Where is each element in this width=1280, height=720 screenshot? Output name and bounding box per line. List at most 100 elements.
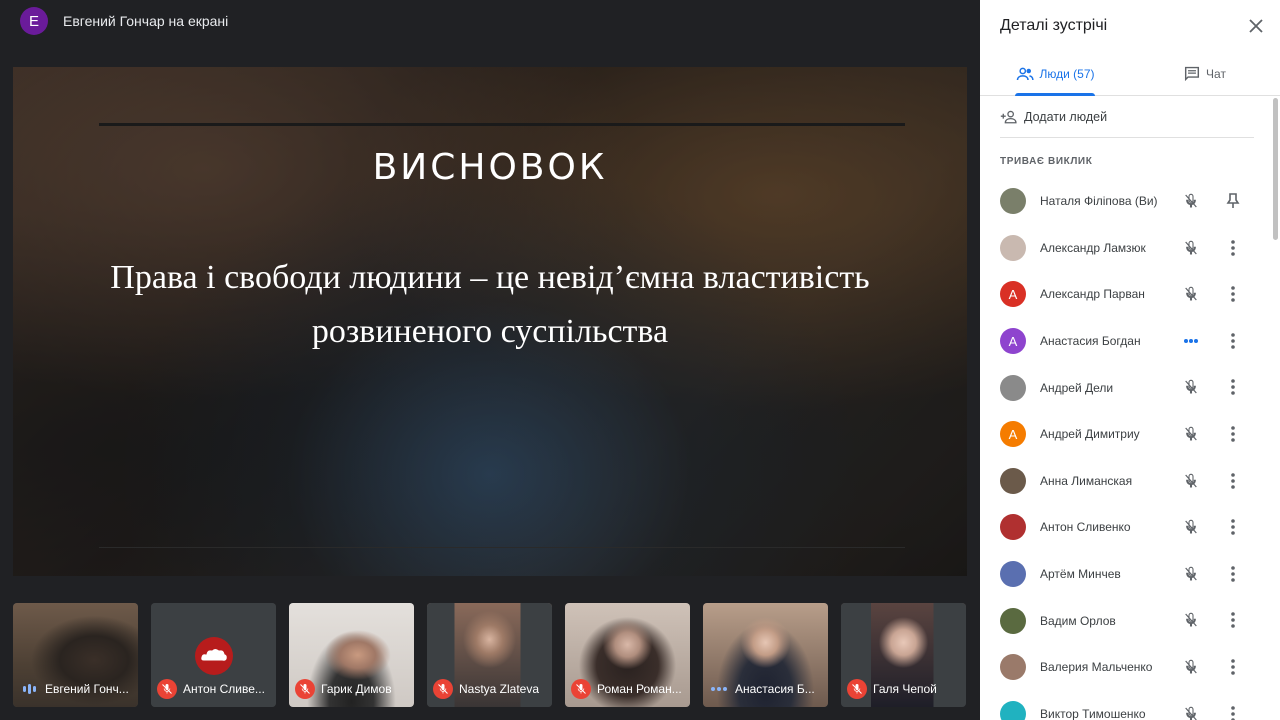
- more-options-icon[interactable]: [1223, 238, 1243, 258]
- participant-name: Виктор Тимошенко: [1040, 706, 1146, 720]
- avatar-photo: [1000, 514, 1026, 541]
- participant-name: Галя Чепой: [873, 682, 937, 696]
- mic-off-icon: [1181, 471, 1201, 491]
- avatar-photo: [1000, 654, 1026, 681]
- avatar: А: [1000, 421, 1026, 448]
- participant-tile[interactable]: Анастасия Б...: [703, 603, 828, 707]
- avatar: А: [1000, 281, 1026, 308]
- slide-divider-bottom: [99, 547, 905, 548]
- participant-name: Анастасия Богдан: [1040, 334, 1141, 349]
- more-options-icon[interactable]: [1223, 564, 1243, 584]
- more-options-icon[interactable]: [1223, 377, 1243, 397]
- tab-chat-label: Чат: [1206, 66, 1226, 81]
- close-panel-button[interactable]: [1246, 16, 1266, 36]
- divider: [1000, 137, 1254, 138]
- more-options-icon[interactable]: [1223, 471, 1243, 491]
- mic-off-icon: [433, 679, 453, 699]
- participant-name: Александр Ламзюк: [1040, 240, 1146, 255]
- tab-people[interactable]: Люди (57): [980, 52, 1130, 96]
- participant-name: Вадим Орлов: [1040, 613, 1116, 628]
- mic-off-icon: [1181, 191, 1201, 211]
- participant-row[interactable]: Виктор Тимошенко: [980, 691, 1272, 720]
- mic-off-icon: [1181, 377, 1201, 397]
- participant-row[interactable]: Валерия Мальченко: [980, 644, 1272, 691]
- participant-row[interactable]: А Александр Парван: [980, 271, 1272, 318]
- add-people-button[interactable]: Додати людей: [1000, 106, 1107, 128]
- mic-off-icon: [1181, 238, 1201, 258]
- participant-tile[interactable]: Nastya Zlateva: [427, 603, 552, 707]
- slide-body-line-1: Права і свободи людини – це невід’ємна в…: [110, 259, 870, 296]
- avatar: А: [1000, 328, 1026, 355]
- mic-off-icon: [1181, 284, 1201, 304]
- participant-tile[interactable]: Роман Роман...: [565, 603, 690, 707]
- meeting-details-panel: Деталі зустрічі Люди (57) Чат Додати люд…: [980, 0, 1280, 720]
- tab-people-label: Люди (57): [1039, 66, 1095, 81]
- participant-row[interactable]: Антон Сливенко: [980, 504, 1272, 551]
- participant-name: Антон Сливенко: [1040, 520, 1131, 535]
- participants-list: Наталя Філіпова (Ви) Александр Ламзюк А Але…: [980, 178, 1272, 720]
- participant-name: Андрей Димитриу: [1040, 427, 1140, 442]
- panel-tabs: Люди (57) Чат: [980, 52, 1280, 96]
- participant-row[interactable]: Артём Минчев: [980, 551, 1272, 598]
- slide-divider-top: [99, 123, 905, 126]
- tab-chat[interactable]: Чат: [1130, 52, 1280, 95]
- presentation-stage: ВИСНОВОК Права і свободи людини – це нев…: [13, 67, 967, 576]
- panel-scrollbar[interactable]: [1273, 98, 1278, 240]
- more-options-icon[interactable]: [1223, 424, 1243, 444]
- more-options-icon[interactable]: [1223, 331, 1243, 351]
- more-activity-icon: [709, 679, 729, 699]
- mic-off-icon: [847, 679, 867, 699]
- people-icon: [1016, 67, 1034, 80]
- close-icon: [1249, 19, 1263, 33]
- participant-row[interactable]: Наталя Філіпова (Ви): [980, 178, 1272, 225]
- speaking-indicator-icon: [19, 679, 39, 699]
- avatar-photo: [1000, 467, 1026, 494]
- participant-name: Роман Роман...: [597, 682, 682, 696]
- more-options-icon[interactable]: [1223, 284, 1243, 304]
- avatar-photo: [1000, 234, 1026, 261]
- more-options-icon[interactable]: [1223, 517, 1243, 537]
- avatar-photo: [1000, 561, 1026, 588]
- participant-row[interactable]: Александр Ламзюк: [980, 225, 1272, 272]
- participant-name: Наталя Філіпова (Ви): [1040, 194, 1158, 209]
- slide-body-line-2: розвиненого суспільства: [311, 313, 669, 350]
- mic-off-icon: [295, 679, 315, 699]
- mic-off-icon: [1181, 657, 1201, 677]
- participant-tile[interactable]: Гарик Димов: [289, 603, 414, 707]
- participant-name: Валерия Мальченко: [1040, 660, 1153, 675]
- avatar-photo: [1000, 607, 1026, 634]
- participant-tiles: Евгений Гонч... Антон Сливе... Гарик Дим…: [13, 603, 973, 707]
- more-options-icon[interactable]: [1223, 610, 1243, 630]
- mic-off-icon: [1181, 704, 1201, 720]
- participant-tile[interactable]: Галя Чепой: [841, 603, 966, 707]
- more-options-icon[interactable]: [1223, 657, 1243, 677]
- mic-off-icon: [1181, 424, 1201, 444]
- slide-heading: ВИСНОВОК: [372, 147, 608, 188]
- participant-name: Nastya Zlateva: [459, 682, 540, 696]
- participant-name: Александр Парван: [1040, 287, 1145, 302]
- mic-off-icon: [1181, 610, 1201, 630]
- mic-off-icon: [1181, 517, 1201, 537]
- participant-name: Анна Лиманская: [1040, 473, 1133, 488]
- participant-name: Антон Сливе...: [183, 682, 265, 696]
- pin-icon[interactable]: [1223, 191, 1243, 211]
- avatar-photo: [1000, 374, 1026, 401]
- mic-off-icon: [157, 679, 177, 699]
- participant-row[interactable]: А Андрей Димитриу: [980, 411, 1272, 458]
- more-options-icon[interactable]: [1223, 704, 1243, 720]
- presenter-avatar: E: [20, 7, 48, 35]
- participant-name: Артём Минчев: [1040, 567, 1121, 582]
- cloud-avatar-icon: [195, 637, 233, 675]
- presenter-bar: E Евгений Гончар на екрані: [0, 0, 980, 42]
- mic-off-icon: [1181, 564, 1201, 584]
- add-person-icon: [1000, 110, 1017, 124]
- participant-tile[interactable]: Евгений Гонч...: [13, 603, 138, 707]
- avatar-photo: [1000, 188, 1026, 215]
- participant-tile[interactable]: Антон Сливе...: [151, 603, 276, 707]
- participant-row[interactable]: Анна Лиманская: [980, 458, 1272, 505]
- participant-row[interactable]: Вадим Орлов: [980, 597, 1272, 644]
- in-call-section-title: ТРИВАЄ ВИКЛИК: [1000, 156, 1093, 167]
- participant-row[interactable]: Андрей Дели: [980, 364, 1272, 411]
- chat-icon: [1185, 66, 1200, 81]
- participant-row[interactable]: А Анастасия Богдан: [980, 318, 1272, 365]
